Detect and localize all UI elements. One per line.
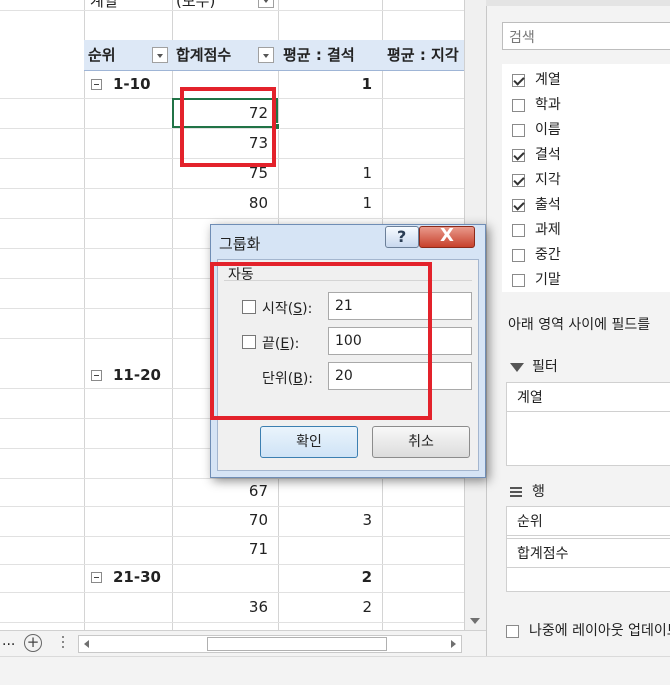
field-item[interactable]: 학과 xyxy=(512,94,561,116)
group-label[interactable]: 1-10 xyxy=(113,69,151,99)
dialog-title: 그룹화 xyxy=(219,235,261,253)
header-rank[interactable]: 순위 xyxy=(88,40,116,70)
ok-button[interactable]: 확인 xyxy=(260,426,358,458)
rows-area-item[interactable]: 합계점수 xyxy=(506,538,670,568)
close-icon: X xyxy=(440,225,454,246)
annotation-red-box xyxy=(210,262,432,420)
cancel-button[interactable]: 취소 xyxy=(372,426,470,458)
absence-cell[interactable]: 2 xyxy=(278,592,372,622)
add-sheet-icon[interactable]: + xyxy=(24,634,42,652)
total-score-dropdown-icon[interactable] xyxy=(258,47,274,63)
collapse-icon[interactable] xyxy=(91,572,102,583)
gridline xyxy=(0,10,464,11)
more-sheets-dots[interactable]: ... xyxy=(2,633,15,649)
field-checkbox[interactable] xyxy=(512,248,525,262)
filter-dropdown-icon[interactable] xyxy=(258,0,274,8)
field-item[interactable]: 결석 xyxy=(512,144,561,166)
group-absence[interactable]: 1 xyxy=(278,69,372,99)
score-cell[interactable]: 70 xyxy=(172,505,268,535)
field-checkbox[interactable] xyxy=(512,223,525,237)
gridline xyxy=(0,564,464,565)
field-search-input[interactable]: 검색 xyxy=(502,22,670,50)
collapse-icon[interactable] xyxy=(91,370,102,381)
scroll-down-arrow-icon[interactable] xyxy=(470,618,480,624)
score-cell[interactable]: 67 xyxy=(172,476,268,506)
rank-dropdown-icon[interactable] xyxy=(152,47,168,63)
field-checkbox[interactable] xyxy=(512,198,525,212)
filter-funnel-icon xyxy=(510,362,524,372)
score-cell[interactable]: 80 xyxy=(172,188,268,218)
annotation-red-box xyxy=(180,87,276,167)
splitter-grip-icon[interactable] xyxy=(62,636,64,638)
field-item[interactable]: 이름 xyxy=(512,119,561,141)
field-item[interactable]: 계열 xyxy=(512,69,561,91)
filter-field-label: 계열 xyxy=(90,0,118,10)
field-list: 계열 학과 이름 결석 지각 출석 과제 중간 기말 xyxy=(502,64,670,292)
field-checkbox[interactable] xyxy=(512,98,525,112)
help-button[interactable]: ? xyxy=(385,226,419,248)
field-item[interactable]: 과제 xyxy=(512,219,561,241)
pane-top-edge xyxy=(486,0,670,6)
horizontal-scrollbar[interactable] xyxy=(78,635,462,653)
rows-area-label: 행 xyxy=(510,481,545,501)
rows-area-item[interactable]: 순위 xyxy=(506,506,670,536)
absence-cell[interactable]: 1 xyxy=(278,158,372,188)
field-checkbox[interactable] xyxy=(512,148,525,162)
rows-icon xyxy=(510,491,522,493)
header-total-score[interactable]: 합계점수 xyxy=(176,40,231,70)
field-checkbox[interactable] xyxy=(512,273,525,287)
horizontal-scroll-thumb[interactable] xyxy=(207,637,387,651)
status-bar xyxy=(0,656,670,685)
absence-cell[interactable]: 1 xyxy=(278,188,372,218)
absence-cell[interactable]: 3 xyxy=(278,505,372,535)
field-checkbox[interactable] xyxy=(512,73,525,87)
group-absence[interactable]: 2 xyxy=(278,562,372,592)
header-avg-absence[interactable]: 평균 : 결석 xyxy=(283,40,355,70)
filter-area-item[interactable]: 계열 xyxy=(506,382,670,412)
scroll-left-arrow-icon[interactable] xyxy=(84,640,89,648)
drag-fields-instruction: 아래 영역 사이에 필드를 xyxy=(508,317,651,333)
collapse-icon[interactable] xyxy=(91,79,102,90)
help-icon: ? xyxy=(397,227,407,246)
gridline xyxy=(0,622,464,623)
field-item[interactable]: 기말 xyxy=(512,269,561,291)
field-item[interactable]: 지각 xyxy=(512,169,561,191)
gridline xyxy=(0,218,464,219)
defer-update-option[interactable]: 나중에 레이아웃 업데이트 xyxy=(506,620,670,640)
field-item[interactable]: 중간 xyxy=(512,244,561,266)
group-label[interactable]: 21-30 xyxy=(113,562,161,592)
group-label[interactable]: 11-20 xyxy=(113,360,161,390)
filter-area-label: 필터 xyxy=(510,356,558,376)
header-avg-late[interactable]: 평균 : 지각 xyxy=(387,40,459,70)
filter-field-value[interactable]: (모두) xyxy=(176,0,215,16)
scroll-right-arrow-icon[interactable] xyxy=(451,640,456,648)
close-button[interactable]: X xyxy=(419,225,475,248)
score-cell[interactable]: 71 xyxy=(172,534,268,564)
search-placeholder: 검색 xyxy=(509,30,535,46)
field-checkbox[interactable] xyxy=(512,173,525,187)
field-item[interactable]: 출석 xyxy=(512,194,561,216)
score-cell[interactable]: 36 xyxy=(172,592,268,622)
sheet-tab-bar: ... + xyxy=(0,630,486,657)
field-checkbox[interactable] xyxy=(512,123,525,137)
defer-update-checkbox[interactable] xyxy=(506,624,519,638)
